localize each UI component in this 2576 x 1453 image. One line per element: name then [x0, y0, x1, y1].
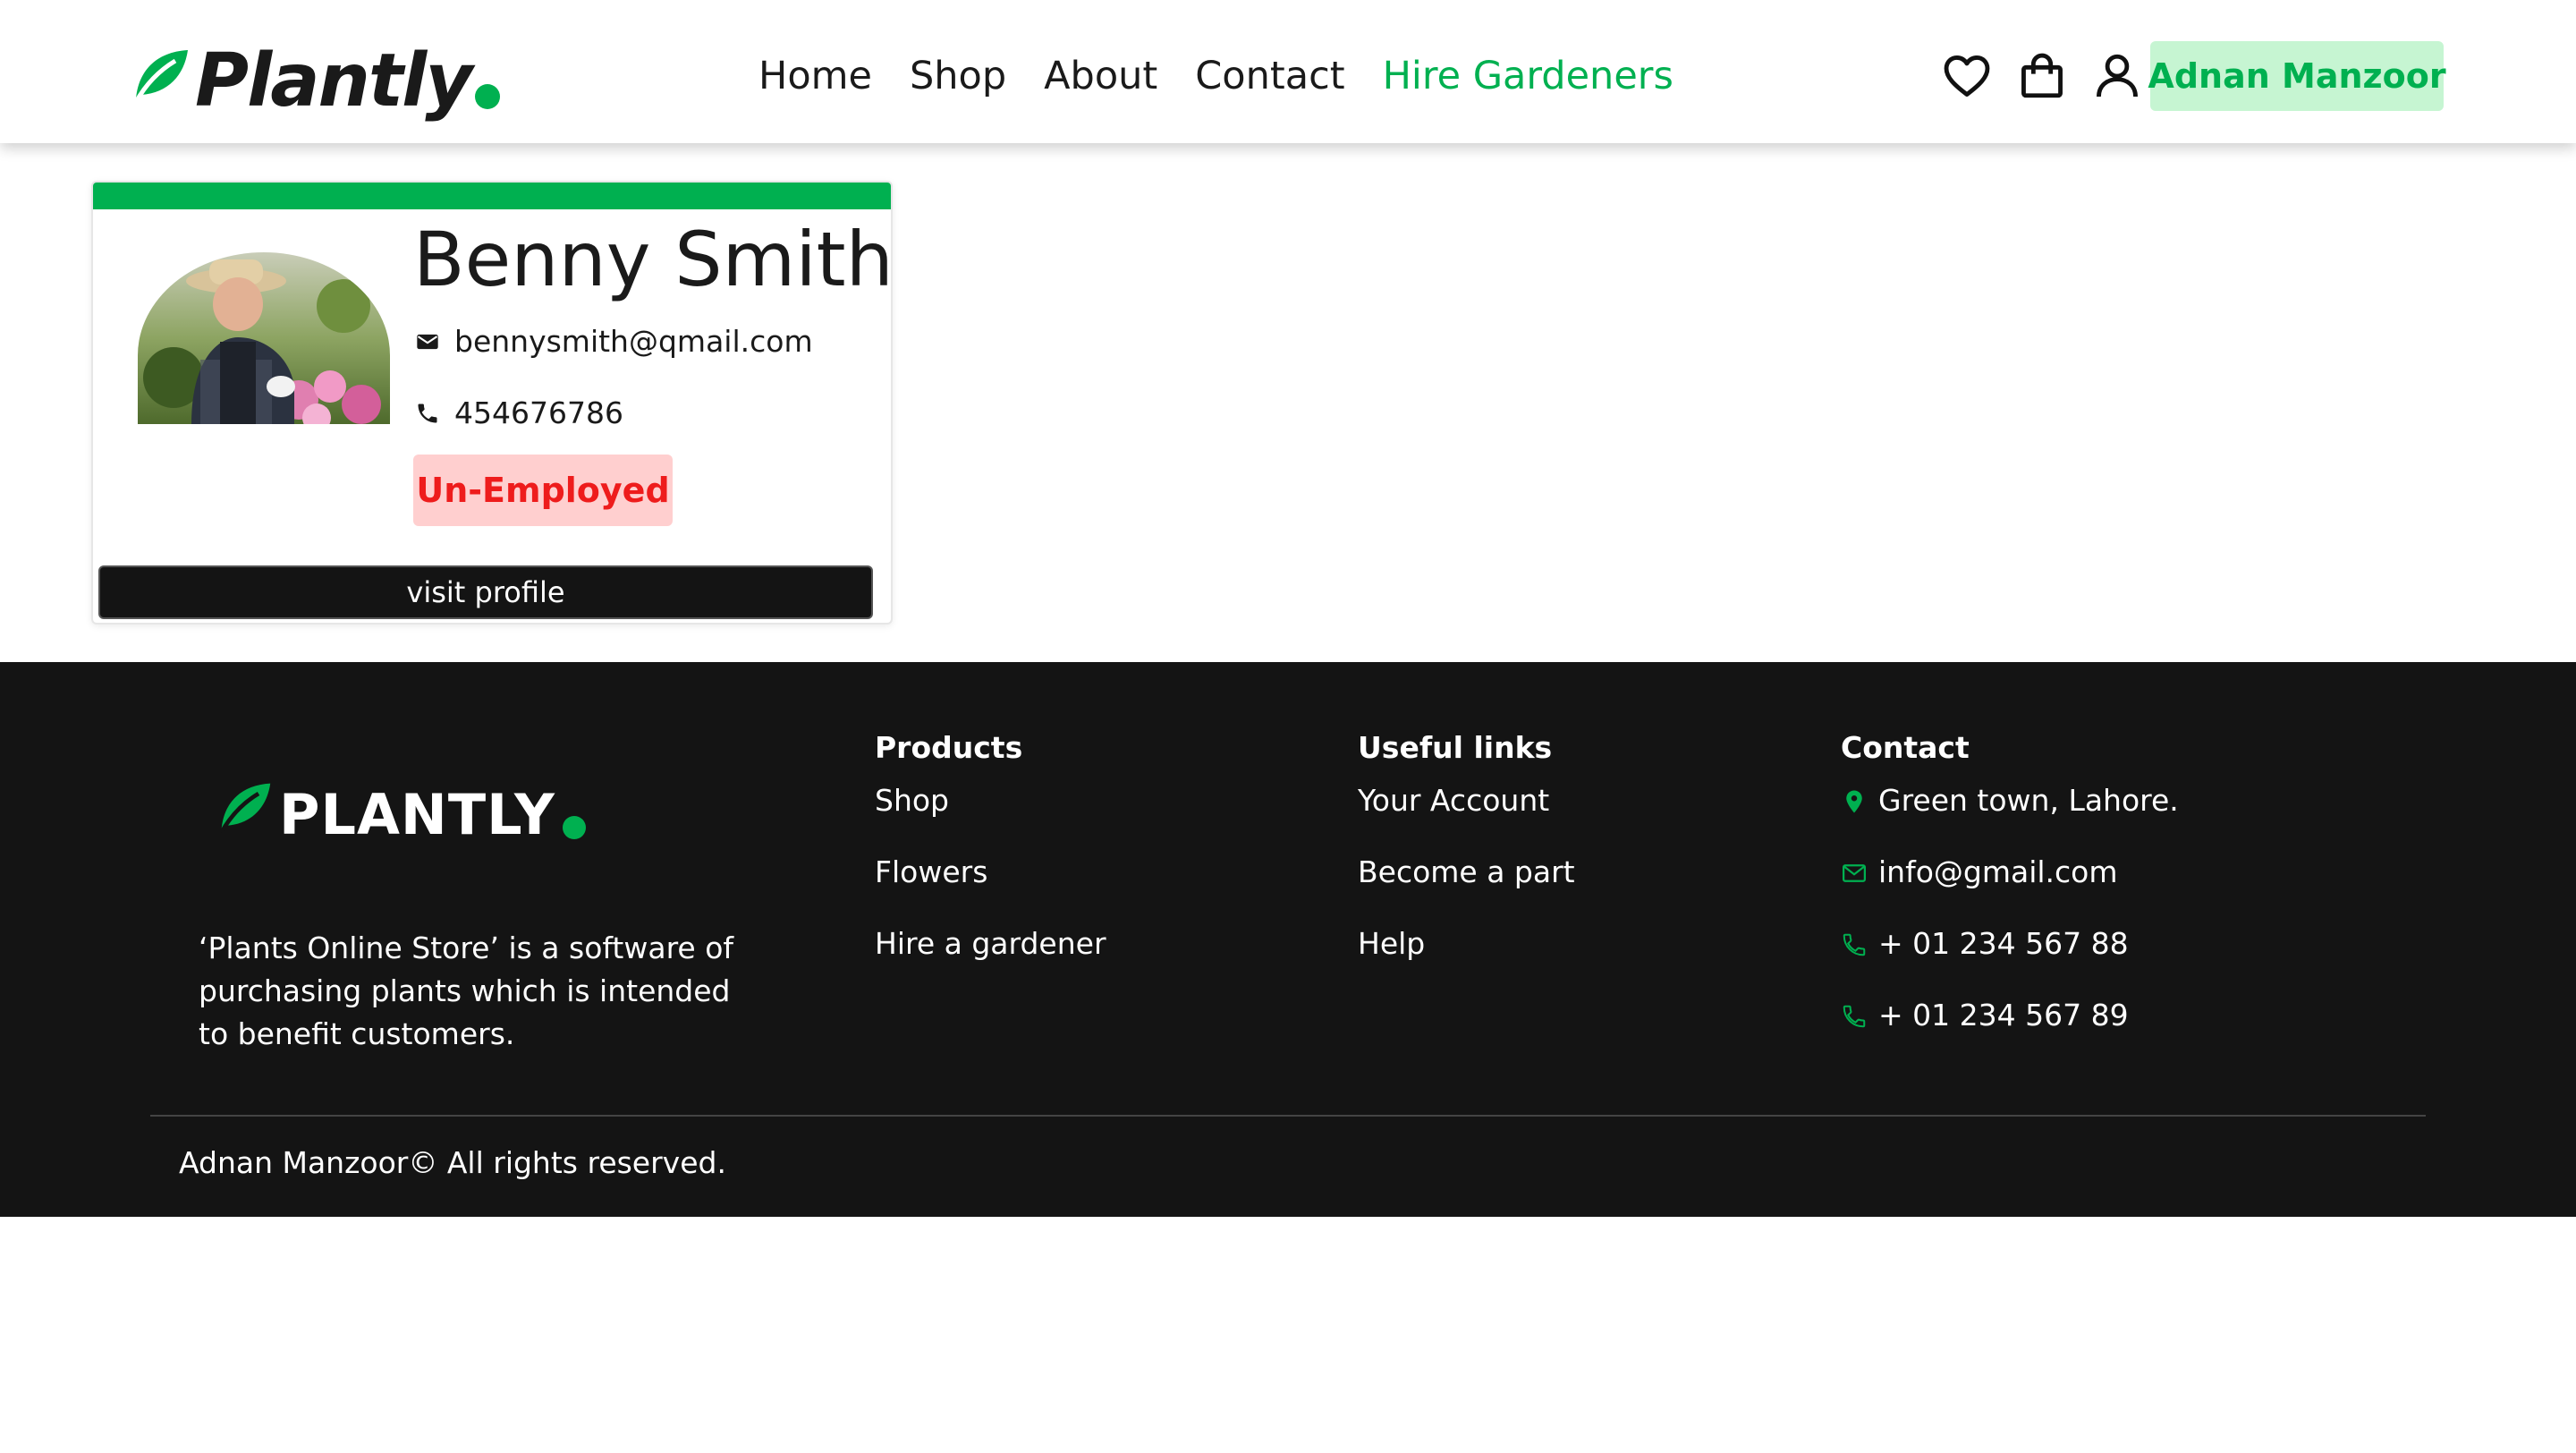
shopping-bag-icon[interactable]	[2016, 50, 2068, 102]
footer-phone-2[interactable]: + 01 234 567 89	[1841, 998, 2179, 1069]
footer-link-hire-gardener[interactable]: Hire a gardener	[875, 926, 1106, 998]
footer-link-your-account[interactable]: Your Account	[1358, 783, 1575, 854]
gardener-avatar	[138, 252, 390, 424]
footer-link-help[interactable]: Help	[1358, 926, 1575, 998]
footer-copyright: Adnan Manzoor© All rights reserved.	[179, 1145, 726, 1180]
site-footer: PLANTLY ‘Plants Online Store’ is a softw…	[0, 662, 2576, 1217]
footer-link-shop[interactable]: Shop	[875, 783, 1106, 854]
nav-contact[interactable]: Contact	[1195, 54, 1344, 98]
logo-text: Plantly	[195, 38, 473, 123]
location-pin-icon	[1846, 790, 1862, 813]
footer-logo-dot	[562, 816, 586, 839]
footer-products-title: Products	[875, 730, 1023, 765]
user-account-badge[interactable]: Adnan Manzoor	[2148, 41, 2446, 111]
phone-row: 454676786	[415, 395, 623, 430]
mail-icon	[417, 334, 438, 349]
gardener-name: Benny Smith	[413, 216, 893, 303]
logo-dot	[474, 84, 500, 109]
nav-home[interactable]: Home	[758, 54, 872, 98]
footer-email[interactable]: info@gmail.com	[1841, 854, 2179, 926]
user-icon[interactable]	[2091, 50, 2143, 102]
main-nav: Home Shop About Contact Hire Gardeners	[758, 49, 1674, 103]
card-accent-bar	[93, 183, 891, 209]
site-header: Plantly Home Shop About Contact Hire Gar…	[0, 0, 2576, 143]
phone-icon	[1843, 1005, 1866, 1028]
leaf-icon	[219, 783, 271, 834]
footer-phone-1[interactable]: + 01 234 567 88	[1841, 926, 2179, 998]
footer-address-text: Green town, Lahore.	[1878, 783, 2179, 818]
footer-logo[interactable]: PLANTLY	[215, 778, 586, 843]
employment-status-badge: Un-Employed	[413, 455, 673, 526]
footer-products-column: Products Shop Flowers Hire a gardener	[875, 730, 1106, 998]
nav-about[interactable]: About	[1044, 54, 1157, 98]
footer-useful-links-column: Useful links Your Account Become a part …	[1358, 730, 1575, 998]
gardener-card: Benny Smith bennysmith@qmail.com 4546767…	[91, 181, 893, 625]
footer-contact-column: Contact Green town, Lahore. info@gmail.c…	[1841, 730, 2179, 1069]
footer-phone-1-text: + 01 234 567 88	[1878, 926, 2129, 961]
header-actions	[1941, 49, 2143, 103]
gardener-phone: 454676786	[454, 395, 623, 430]
footer-useful-links-title: Useful links	[1358, 730, 1553, 765]
mail-icon	[1843, 864, 1866, 882]
footer-phone-2-text: + 01 234 567 89	[1878, 998, 2129, 1032]
footer-address: Green town, Lahore.	[1841, 783, 2179, 854]
footer-link-flowers[interactable]: Flowers	[875, 854, 1106, 926]
heart-icon[interactable]	[1941, 50, 1993, 102]
footer-email-text: info@gmail.com	[1878, 854, 2118, 889]
nav-hire-gardeners[interactable]: Hire Gardeners	[1383, 54, 1674, 98]
phone-icon	[1843, 933, 1866, 956]
footer-contact-title: Contact	[1841, 730, 1970, 765]
phone-icon	[418, 404, 437, 422]
email-row: bennysmith@qmail.com	[415, 324, 813, 359]
footer-logo-text: PLANTLY	[279, 782, 555, 847]
visit-profile-button[interactable]: visit profile	[98, 565, 873, 619]
nav-shop[interactable]: Shop	[910, 54, 1006, 98]
leaf-icon	[133, 50, 188, 104]
footer-description: ‘Plants Online Store’ is a software of p…	[199, 930, 734, 1051]
brand-logo[interactable]: Plantly	[129, 36, 500, 125]
footer-link-become-a-part[interactable]: Become a part	[1358, 854, 1575, 926]
footer-divider	[150, 1115, 2426, 1117]
gardener-email: bennysmith@qmail.com	[454, 324, 813, 359]
